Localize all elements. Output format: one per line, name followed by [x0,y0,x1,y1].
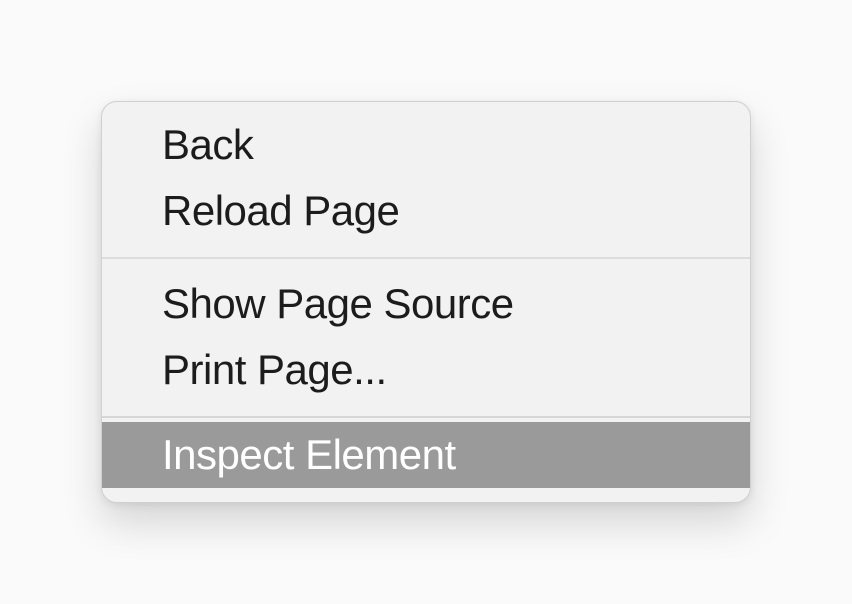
menu-item-show-page-source[interactable]: Show Page Source [102,271,750,338]
menu-item-reload-page[interactable]: Reload Page [102,178,750,245]
menu-separator [102,416,750,418]
menu-separator [102,257,750,259]
menu-item-inspect-element[interactable]: Inspect Element [102,422,750,489]
context-menu: Back Reload Page Show Page Source Print … [101,101,751,504]
menu-item-print-page[interactable]: Print Page... [102,337,750,404]
menu-item-back[interactable]: Back [102,112,750,179]
